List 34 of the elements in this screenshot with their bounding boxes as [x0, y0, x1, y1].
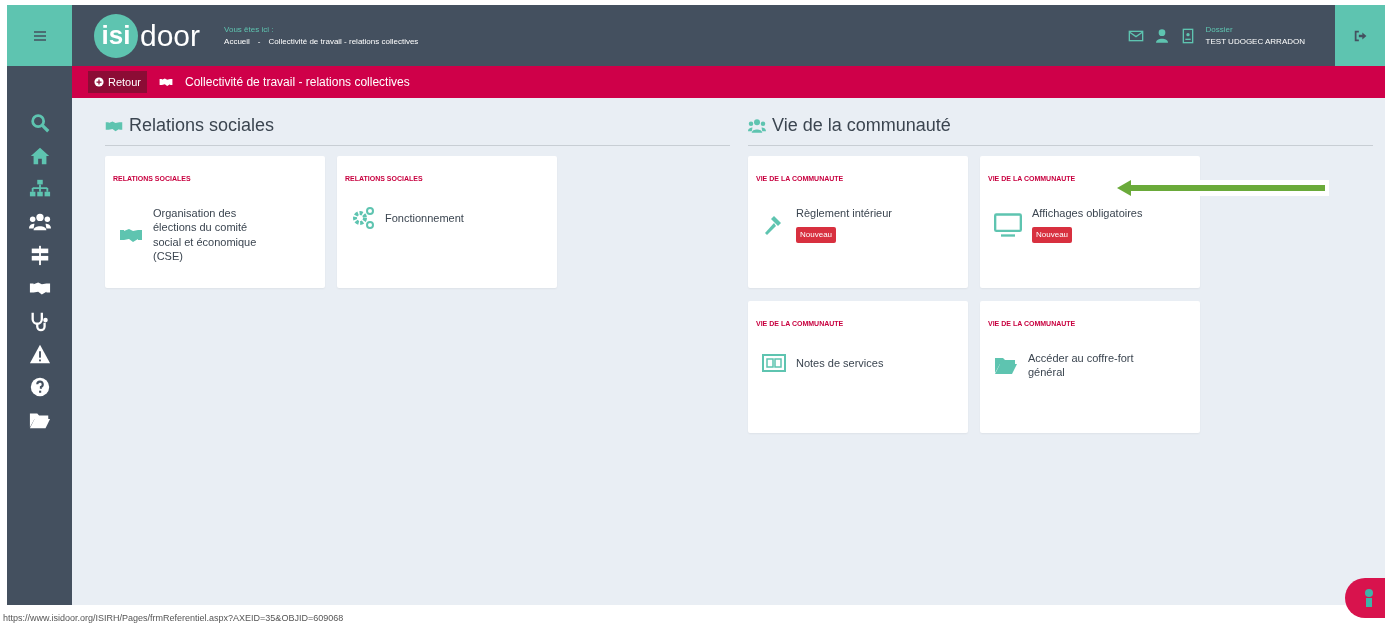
section-title: Vie de la communauté: [772, 114, 951, 137]
breadcrumb-link[interactable]: Collectivité de travail - relations collectives: [268, 35, 419, 48]
card-title: Règlement intérieur: [796, 206, 892, 221]
card-title: Accéder au coffre-fort général: [1028, 351, 1135, 380]
new-badge: Nouveau: [1032, 227, 1073, 244]
back-icon: [94, 77, 104, 87]
logo-text: door: [140, 20, 201, 51]
section-title: Relations sociales: [129, 114, 275, 137]
user-name: TEST UDOGEC ARRADON: [1205, 35, 1305, 48]
user-icon[interactable]: [1153, 27, 1170, 44]
warning-icon[interactable]: [28, 343, 51, 365]
arrow-annotation-icon: [1117, 180, 1329, 196]
card-title: Organisation des élections du comité social et économique (CSE): [153, 206, 258, 264]
people-icon[interactable]: [28, 211, 51, 233]
new-badge: Nouveau: [796, 227, 837, 244]
breadcrumb-separator: -: [257, 35, 261, 48]
logout-icon: [1353, 28, 1367, 43]
logo-badge: isi: [94, 13, 138, 58]
search-icon[interactable]: [28, 112, 51, 134]
notice-board-icon: [762, 351, 786, 375]
breadcrumb-link[interactable]: Accueil: [224, 35, 250, 48]
people-icon: [748, 116, 766, 135]
home-icon[interactable]: [28, 145, 51, 167]
back-button[interactable]: Retour: [88, 70, 148, 94]
gears-icon: [351, 206, 375, 230]
user-label: Dossier: [1205, 23, 1234, 36]
breadcrumb-label: Vous êtes ici :: [224, 23, 275, 36]
card-title: Notes de services: [796, 355, 884, 371]
card-title: Fonctionnement: [385, 210, 464, 226]
card-title: Affichages obligatoires: [1032, 206, 1143, 221]
monitor-icon: [994, 211, 1022, 240]
status-url: https://www.isidoor.org/ISIRH/Pages/frmReferentiel.aspx?AXEID=35&OBJID=609068: [3, 612, 344, 624]
help-icon[interactable]: [28, 376, 51, 398]
page-title: Collectivité de travail - relations collectives: [185, 74, 410, 91]
